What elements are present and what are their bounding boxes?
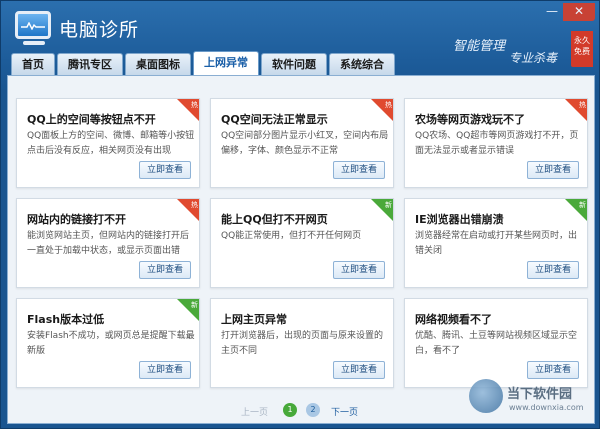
card-tag-label: 热 — [191, 201, 198, 209]
card-title: Flash版本过低 — [27, 313, 105, 326]
content-panel: 热 QQ上的空间等按钮点不开 QQ面板上方的空间、微博、邮箱等小按钮点击后没有反… — [7, 75, 595, 424]
view-now-button[interactable]: 立即查看 — [139, 161, 191, 179]
app-logo-stand — [23, 41, 45, 45]
view-now-button[interactable]: 立即查看 — [139, 261, 191, 279]
card-description: QQ能正常使用，但打不开任何网页 — [221, 231, 362, 241]
view-now-button[interactable]: 立即查看 — [527, 361, 579, 379]
card-title: 网站内的链接打不开 — [27, 213, 126, 226]
issue-card: 新 IE浏览器出错崩溃 浏览器经常在启动或打开某些网页时，出错关闭 立即查看 — [404, 198, 588, 288]
issue-card: 热 农场等网页游戏玩不了 QQ农场、QQ超市等网页游戏打不开，页面无法显示或者显… — [404, 98, 588, 188]
card-tag-label: 新 — [191, 301, 198, 309]
tab-bar: 首页 腾讯专区 桌面图标 上网异常 软件问题 系统综合 — [11, 51, 395, 75]
card-description: 安装Flash不成功，或网页总是提醒下载最新版 — [27, 331, 195, 356]
prev-page-link: 上一页 — [241, 408, 269, 418]
downxia-logo-icon — [469, 379, 503, 413]
card-description: 能浏览网站主页，但网站内的链接打开后一直处于加载中状态，或显示页面出错 — [27, 231, 190, 256]
card-title: 能上QQ但打不开网页 — [221, 213, 328, 226]
next-page-link[interactable]: 下一页 — [331, 405, 358, 418]
card-description: 浏览器经常在启动或打开某些网页时，出错关闭 — [415, 231, 578, 256]
card-title: QQ空间无法正常显示 — [221, 113, 328, 126]
card-tag-label: 热 — [191, 101, 198, 109]
card-title: QQ上的空间等按钮点不开 — [27, 113, 156, 126]
page-1-button[interactable]: 1 — [283, 403, 297, 417]
view-now-button[interactable]: 立即查看 — [527, 161, 579, 179]
card-tag-label: 热 — [385, 101, 392, 109]
tab-software-issues[interactable]: 软件问题 — [261, 53, 327, 75]
card-description: QQ空间部分图片显示小红叉，空间内布局偏移，字体、颜色显示不正常 — [221, 131, 389, 156]
issue-card: 热 QQ空间无法正常显示 QQ空间部分图片显示小红叉，空间内布局偏移，字体、颜色… — [210, 98, 394, 188]
card-description: QQ农场、QQ超市等网页游戏打不开，页面无法显示或者显示错误 — [415, 131, 579, 156]
card-description: QQ面板上方的空间、微博、邮箱等小按钮点击后没有反应，相关网页没有出现 — [27, 131, 195, 156]
card-tag-label: 热 — [579, 101, 586, 109]
free-ribbon-badge: 永久免费 — [571, 31, 593, 67]
slogan-line1: 智能管理 — [453, 39, 506, 54]
view-now-button[interactable]: 立即查看 — [333, 261, 385, 279]
close-button[interactable]: ✕ — [563, 3, 595, 21]
card-title: 农场等网页游戏玩不了 — [415, 113, 525, 126]
card-tag-label: 新 — [579, 201, 586, 209]
watermark-url: www.downxia.com — [509, 403, 584, 412]
view-now-button[interactable]: 立即查看 — [333, 361, 385, 379]
slogan-line2: 专业杀毒 — [509, 51, 558, 65]
tab-network-issues[interactable]: 上网异常 — [193, 51, 259, 75]
app-title: 电脑诊所 — [59, 19, 140, 41]
tab-system[interactable]: 系统综合 — [329, 53, 395, 75]
tab-desktop-icons[interactable]: 桌面图标 — [125, 53, 191, 75]
view-now-button[interactable]: 立即查看 — [139, 361, 191, 379]
issue-card: 热 QQ上的空间等按钮点不开 QQ面板上方的空间、微博、邮箱等小按钮点击后没有反… — [16, 98, 200, 188]
app-logo-icon — [15, 11, 51, 39]
card-tag-label: 新 — [385, 201, 392, 209]
card-description: 打开浏览器后，出现的页面与原来设置的主页不同 — [221, 331, 384, 356]
view-now-button[interactable]: 立即查看 — [333, 161, 385, 179]
issue-card: 新 能上QQ但打不开网页 QQ能正常使用，但打不开任何网页 立即查看 — [210, 198, 394, 288]
window-controls: — ✕ — [541, 3, 595, 21]
watermark: 当下软件园 www.downxia.com — [469, 379, 600, 429]
minimize-button[interactable]: — — [541, 3, 563, 21]
issue-card: 上网主页异常 打开浏览器后，出现的页面与原来设置的主页不同 立即查看 — [210, 298, 394, 388]
tab-tencent[interactable]: 腾讯专区 — [57, 53, 123, 75]
main-window: 电脑诊所 — ✕ 智能管理 专业杀毒 永久免费 首页 腾讯专区 桌面图标 上网异… — [0, 0, 600, 429]
issue-card: 网络视频看不了 优酷、腾讯、土豆等网站视频区域显示空白，看不了 立即查看 — [404, 298, 588, 388]
tab-home[interactable]: 首页 — [11, 53, 55, 75]
card-title: 上网主页异常 — [221, 313, 287, 326]
card-title: IE浏览器出错崩溃 — [415, 213, 504, 226]
card-description: 优酷、腾讯、土豆等网站视频区域显示空白，看不了 — [415, 331, 578, 356]
issue-card: 热 网站内的链接打不开 能浏览网站主页，但网站内的链接打开后一直处于加载中状态，… — [16, 198, 200, 288]
card-title: 网络视频看不了 — [415, 313, 492, 326]
issue-card: 新 Flash版本过低 安装Flash不成功，或网页总是提醒下载最新版 立即查看 — [16, 298, 200, 388]
page-2-button[interactable]: 2 — [306, 403, 320, 417]
watermark-name: 当下软件园 — [507, 387, 573, 402]
view-now-button[interactable]: 立即查看 — [527, 261, 579, 279]
